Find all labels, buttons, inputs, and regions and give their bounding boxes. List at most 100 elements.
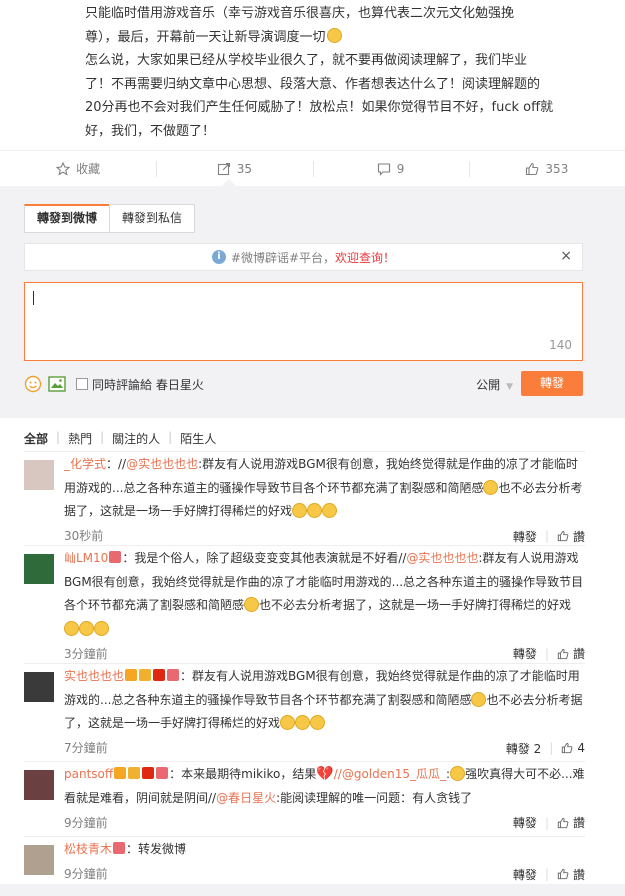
like-label[interactable]: 讚 (573, 645, 585, 662)
like-count[interactable]: 4 (577, 741, 585, 755)
emoji-icon (326, 27, 342, 43)
comment-ops: 轉發 2 | 4 (506, 740, 585, 757)
emoji-icon (307, 503, 323, 518)
comment-icon (377, 162, 390, 176)
avatar[interactable] (24, 770, 54, 800)
repost-link[interactable]: 轉發 (513, 645, 537, 662)
filter-hot[interactable]: 熱門 (68, 430, 92, 447)
divider: | (56, 430, 61, 444)
emoji-icon (292, 503, 308, 518)
repost-link[interactable]: 轉發 2 (506, 740, 541, 757)
thumbs-up-icon[interactable] (557, 648, 569, 660)
visibility-select[interactable]: 公開 ▼ (476, 376, 513, 393)
comment-button[interactable]: 9 (312, 151, 469, 186)
close-icon[interactable]: × (560, 248, 572, 264)
send-repost-button[interactable]: 轉發 (521, 371, 583, 396)
comment-ops: 轉發 | 讚 (513, 866, 585, 883)
like-label[interactable]: 讚 (573, 528, 585, 545)
verified-v-icon (125, 669, 138, 681)
repost-list: _化学式：//@实也也也也:群友有人说用游戏BGM很有创意，我始终觉得就是作曲的… (24, 451, 585, 896)
notice-link[interactable]: 欢迎查询！ (335, 249, 395, 266)
like-label[interactable]: 讚 (573, 866, 585, 883)
repost-link[interactable]: 轉發 (513, 814, 537, 831)
mention-link[interactable]: //@golden15_瓜瓜_ (334, 767, 446, 781)
favorite-button[interactable]: 收藏 (0, 151, 156, 186)
timestamp: 9分鐘前 (64, 867, 108, 881)
comment-body: 实也也也也 ：群友有人说用游戏BGM很有创意，我始终觉得就是作曲的凉了才能临时用游… (64, 664, 585, 736)
emoji-icon (244, 597, 260, 612)
text-caret (33, 291, 34, 305)
comment-meta: 7分鐘前 轉發 2 | 4 (64, 736, 585, 760)
weibo-card: 只能临时借用游戏音乐（幸亏游戏音乐很喜庆，也算代表二次元文化勉强挽 尊），最后，… (0, 0, 625, 884)
comment-meta: 30秒前 轉發 | 讚 (64, 524, 585, 548)
list-item: pantsoff ：本来最期待mikiko，结果💔//@golden15_瓜瓜_:… (24, 761, 585, 836)
checkbox-box[interactable] (76, 378, 88, 390)
filter-all[interactable]: 全部 (24, 430, 48, 447)
mention-link[interactable]: @实也也也也 (406, 551, 478, 565)
comment-count: 9 (396, 161, 405, 176)
divider: | (544, 529, 549, 543)
repost-link[interactable]: 轉發 (513, 528, 537, 545)
thumbs-up-icon (526, 162, 539, 175)
comment-body: 松枝青木 ：转发微博 (64, 837, 585, 862)
avatar[interactable] (24, 554, 54, 584)
star-icon (56, 161, 71, 176)
timestamp: 30秒前 (64, 529, 104, 543)
favorite-label: 收藏 (76, 162, 101, 176)
filter-strangers[interactable]: 陌生人 (180, 430, 216, 447)
avatar[interactable] (24, 460, 54, 490)
list-item: _化学式：//@实也也也也:群友有人说用游戏BGM很有创意，我始终觉得就是作曲的… (24, 451, 585, 545)
tab-repost-weibo[interactable]: 轉發到微博 (24, 204, 111, 233)
thumbs-up-icon[interactable] (557, 530, 569, 542)
panel-pointer (222, 179, 236, 186)
image-icon[interactable] (48, 376, 66, 392)
user-nickname[interactable]: 实也也也也 (64, 669, 124, 683)
repost-textarea[interactable]: 140 (24, 282, 583, 361)
comment-text: ：// (106, 457, 127, 471)
crown-icon (139, 669, 152, 681)
emoji-icon (79, 620, 94, 636)
emoji-icon (450, 766, 466, 781)
mention-link[interactable]: @春日星火 (216, 791, 276, 805)
also-comment-checkbox[interactable]: 同時評論給 春日星火 (76, 376, 204, 393)
crown-icon (128, 767, 141, 779)
thumbs-up-icon[interactable] (557, 868, 569, 880)
divider: | (549, 741, 554, 755)
avatar[interactable] (24, 845, 54, 875)
user-nickname[interactable]: 松枝青木 (64, 842, 112, 856)
timestamp: 7分鐘前 (64, 741, 108, 755)
post-line: 只能临时借用游戏音乐（幸亏游戏音乐很喜庆，也算代表二次元文化勉强挽 (85, 6, 515, 21)
comment-ops: 轉發 | 讚 (513, 528, 585, 545)
vip-badge-icon (113, 842, 126, 854)
like-button[interactable]: 353 (468, 151, 625, 186)
repost-link[interactable]: 轉發 (513, 866, 537, 883)
post-line: 好，我们，不做题了！ (85, 123, 216, 139)
user-nickname[interactable]: _化学式 (64, 457, 106, 471)
verified-v-icon (114, 767, 127, 779)
filter-following[interactable]: 關注的人 (112, 430, 160, 447)
rumor-notice: i #微博辟谣#平台， 欢迎查询！ × (24, 243, 583, 271)
list-item: 实也也也也 ：群友有人说用游戏BGM很有创意，我始终觉得就是作曲的凉了才能临时用游… (24, 663, 585, 761)
comment-ops: 轉發 | 讚 (513, 814, 585, 831)
emoji-picker-icon[interactable] (24, 375, 42, 393)
thumbs-up-icon[interactable] (561, 742, 573, 754)
like-label[interactable]: 讚 (573, 814, 585, 831)
comment-text: ：本来最期待mikiko，结果 (169, 767, 317, 781)
user-nickname[interactable]: 屾LM10 (64, 551, 108, 565)
user-nickname[interactable]: pantsoff (64, 767, 113, 781)
comment-filters: 全部 | 熱門 | 關注的人 | 陌生人 (24, 430, 216, 447)
comment-body: 屾LM10 ：我是个俗人，除了超级变变变其他表演就是不好看//@实也也也也:群友有… (64, 546, 585, 641)
tab-repost-private[interactable]: 轉發到私信 (109, 204, 196, 233)
emoji-icon (94, 620, 109, 636)
post-line: 了！不再需要归纳文章中心思想、段落大意、作者想表达什么了！阅读理解题的 (85, 76, 541, 92)
like-count: 353 (545, 161, 569, 176)
mention-link[interactable]: @实也也也也 (126, 457, 198, 471)
comment-text: ：我是个俗人，除了超级变变变其他表演就是不好看// (122, 551, 407, 565)
emoji-icon (310, 715, 326, 730)
comment-text: 也不必去分析考据了，这就是一场一手好牌打得稀烂的好戏 (259, 598, 572, 612)
repost-tabs: 轉發到微博 轉發到私信 (24, 204, 196, 233)
thumbs-up-icon[interactable] (557, 817, 569, 829)
comment-text: :能阅读理解的唯一问题：有人贪钱了 (276, 790, 473, 805)
char-counter: 140 (549, 338, 572, 352)
avatar[interactable] (24, 672, 54, 702)
